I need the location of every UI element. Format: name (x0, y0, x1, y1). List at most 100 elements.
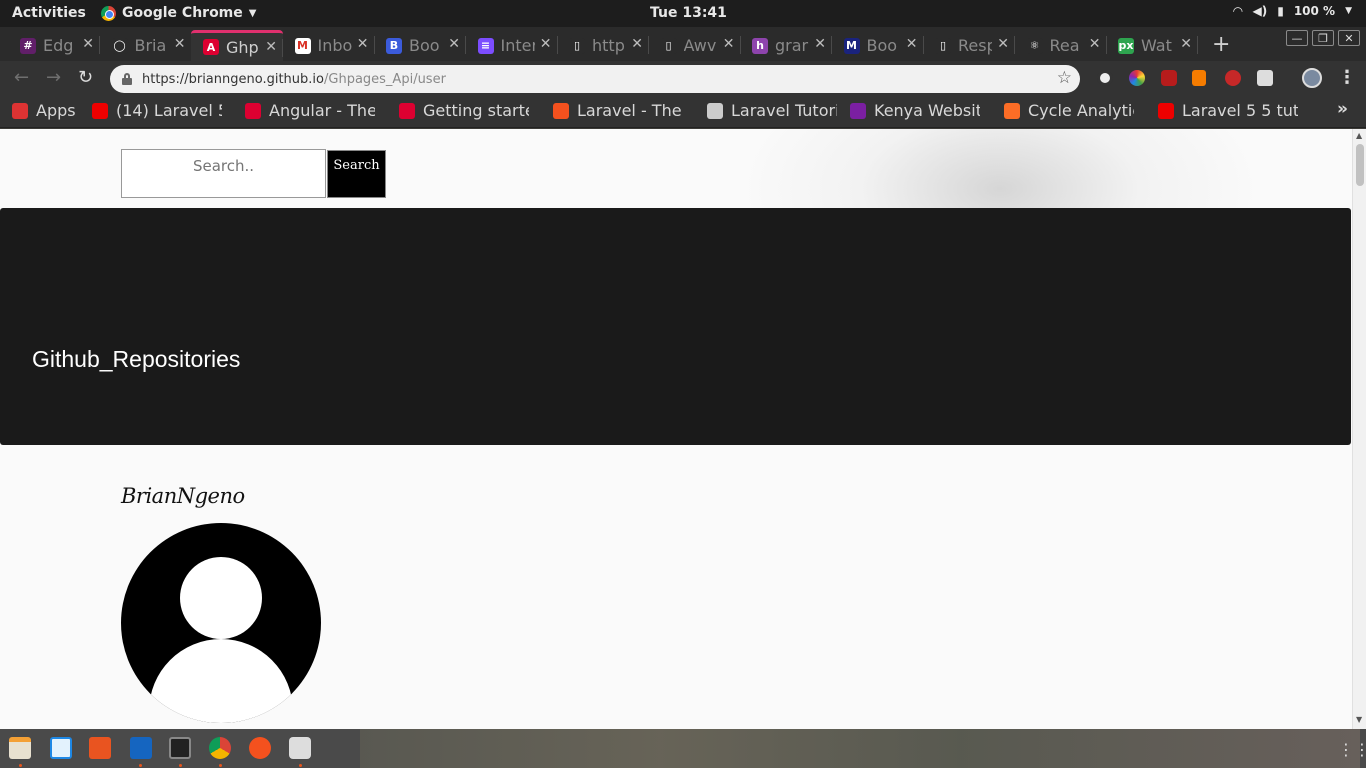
tab-title: Ghp (226, 37, 259, 57)
chevron-right-icon[interactable]: » (1337, 99, 1348, 119)
show-apps-grid-icon[interactable]: ⋮⋮ (1338, 740, 1366, 759)
close-tab-icon[interactable]: ✕ (1180, 36, 1192, 52)
tab-title: Boo (866, 36, 898, 55)
tab-favicon-icon: A (203, 39, 219, 55)
browser-tab[interactable]: M Boo ✕ (832, 30, 924, 61)
running-indicator (179, 764, 182, 767)
browser-tab[interactable]: B Boo ✕ (374, 30, 466, 61)
clock[interactable]: Tue 13:41 (650, 5, 727, 21)
ublock-extension-icon[interactable] (1161, 70, 1177, 86)
close-tab-icon[interactable]: ✕ (814, 36, 826, 52)
bookmarks-bar: Apps (14) Laravel 5.5 Angular - The D Getti… (0, 96, 1366, 128)
close-tab-icon[interactable]: ✕ (997, 36, 1009, 52)
chevron-down-icon: ▼ (1345, 6, 1352, 16)
close-tab-icon[interactable]: ✕ (174, 36, 186, 52)
profile-avatar[interactable] (1302, 68, 1322, 88)
tab-title: Awv (683, 36, 717, 55)
page-scrollbar[interactable]: ▲ ▼ (1352, 129, 1366, 729)
app-icon[interactable] (289, 737, 311, 759)
activities-button[interactable]: Activities (12, 5, 86, 21)
bookmark-item[interactable]: Kenya Website D (850, 101, 980, 120)
chevron-down-icon: ▼ (248, 7, 257, 19)
bookmark-label: Cycle Analytics (1028, 101, 1134, 120)
new-tab-button[interactable]: + (1212, 32, 1230, 57)
tab-favicon-icon: # (20, 37, 36, 54)
bookmark-star-icon[interactable]: ☆ (1057, 68, 1072, 88)
close-tab-icon[interactable]: ✕ (1089, 36, 1101, 52)
bookmark-label: (14) Laravel 5.5 (116, 101, 222, 120)
scrollbar-thumb[interactable] (1356, 144, 1364, 186)
puzzle-extension-icon[interactable] (1257, 70, 1273, 86)
close-tab-icon[interactable]: ✕ (448, 36, 460, 52)
bookmark-item[interactable]: Laravel - The Pl (553, 101, 683, 120)
browser-tab[interactable]: ▯ http ✕ (557, 30, 649, 61)
software-center-icon[interactable] (89, 737, 111, 759)
back-arrow-icon[interactable]: ← (14, 67, 29, 88)
system-tray[interactable]: ◠ ◀) ▮ 100 % ▼ (1233, 4, 1352, 18)
tab-favicon-icon: h (752, 37, 768, 54)
browser-tab[interactable]: ▯ Resp ✕ (923, 30, 1015, 61)
postman-icon[interactable] (249, 737, 271, 759)
bookmark-item[interactable]: (14) Laravel 5.5 (92, 101, 222, 120)
key-extension-icon[interactable] (1192, 70, 1206, 86)
document-icon[interactable] (50, 737, 72, 759)
bookmark-label: Kenya Website D (874, 101, 980, 120)
files-icon[interactable] (9, 737, 31, 759)
close-tab-icon[interactable]: ✕ (540, 36, 552, 52)
restore-button[interactable]: ❐ (1312, 30, 1334, 46)
username: BrianNgeno (121, 484, 245, 508)
minimize-button[interactable]: — (1286, 30, 1308, 46)
search-button[interactable]: Search (327, 150, 386, 198)
browser-tab[interactable]: px Wat ✕ (1106, 30, 1198, 61)
app-name: Google Chrome (122, 5, 243, 21)
browser-tab[interactable]: M Inbo ✕ (283, 30, 375, 61)
close-tab-icon[interactable]: ✕ (357, 36, 369, 52)
vscode-icon[interactable] (130, 737, 152, 759)
browser-tab[interactable]: ▯ Awv ✕ (649, 30, 741, 61)
wifi-icon: ◠ (1233, 4, 1243, 18)
bookmark-item[interactable]: Angular - The D (245, 101, 375, 120)
browser-tab[interactable]: h grar ✕ (740, 30, 832, 61)
close-tab-icon[interactable]: ✕ (82, 36, 94, 52)
tab-favicon-icon: M (843, 37, 860, 54)
color-picker-extension-icon[interactable] (1129, 70, 1145, 86)
apps-shortcut[interactable]: Apps (12, 101, 82, 120)
ud-extension-icon[interactable] (1225, 70, 1241, 86)
browser-tab[interactable]: ◯ Bria ✕ (100, 30, 192, 61)
browser-tab[interactable]: ⚛ Rea ✕ (1015, 30, 1107, 61)
bookmark-item[interactable]: Getting started (399, 101, 529, 120)
bookmark-item[interactable]: Laravel Tutorial (707, 101, 837, 120)
close-tab-icon[interactable]: ✕ (631, 36, 643, 52)
scroll-down-arrow-icon[interactable]: ▼ (1356, 715, 1362, 724)
tab-favicon-icon: ▯ (660, 37, 677, 54)
running-indicator (219, 764, 222, 767)
bookmark-favicon-icon (707, 102, 723, 119)
bookmark-favicon-icon (245, 102, 261, 119)
scroll-up-arrow-icon[interactable]: ▲ (1356, 131, 1362, 140)
wallpaper-strip (360, 729, 1360, 768)
bookmark-label: Laravel Tutorial (731, 101, 837, 120)
close-window-button[interactable]: ✕ (1338, 30, 1360, 46)
close-tab-icon[interactable]: ✕ (265, 39, 277, 55)
menu-dots-icon[interactable]: ⋮ (1338, 67, 1356, 88)
extension-icon[interactable] (1097, 70, 1113, 86)
bookmark-item[interactable]: Cycle Analytics (1004, 101, 1134, 120)
reload-icon[interactable]: ↻ (78, 67, 93, 88)
browser-tab[interactable]: ≡ Inter ✕ (466, 30, 558, 61)
url-text[interactable]: https://brianngeno.github.io/Ghpages_Api… (142, 72, 446, 87)
browser-tab[interactable]: A Ghp ✕ (191, 30, 283, 61)
app-menu[interactable]: Google Chrome ▼ (101, 5, 256, 21)
terminal-icon[interactable] (169, 737, 191, 759)
battery-level: 100 % (1293, 4, 1336, 18)
web-page: Search Github_Repositories BrianNgeno (0, 129, 1352, 729)
lock-icon (122, 73, 132, 85)
chrome-icon[interactable] (209, 737, 231, 759)
close-tab-icon[interactable]: ✕ (906, 36, 918, 52)
search-input[interactable] (121, 149, 326, 198)
address-bar[interactable]: https://brianngeno.github.io/Ghpages_Api… (110, 65, 1080, 93)
close-tab-icon[interactable]: ✕ (723, 36, 735, 52)
forward-arrow-icon[interactable]: → (46, 67, 61, 88)
bookmark-item[interactable]: Laravel 5 5 tuto (1158, 101, 1298, 120)
system-top-bar: Activities Google Chrome ▼ Tue 13:41 ◠ ◀… (0, 0, 1366, 27)
browser-tab[interactable]: # Edg ✕ (8, 30, 100, 61)
